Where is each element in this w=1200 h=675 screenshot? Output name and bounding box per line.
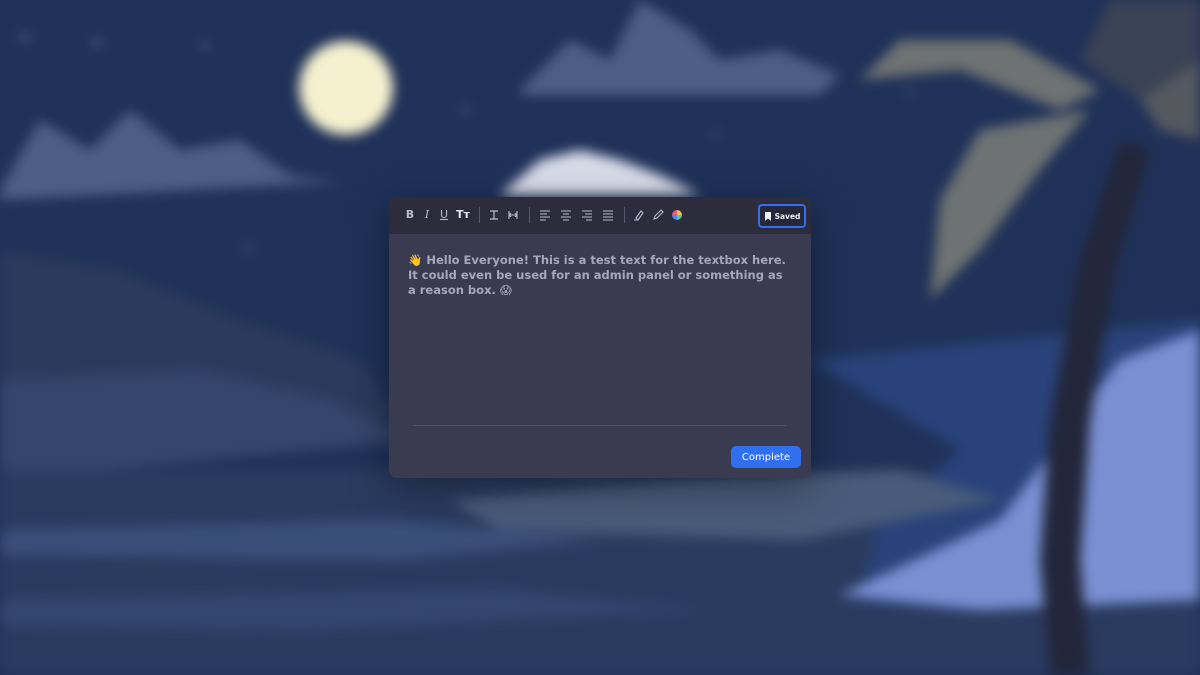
color-wheel-icon: [672, 210, 682, 220]
italic-icon: I: [424, 208, 430, 221]
align-left-icon: [540, 210, 550, 221]
text-size-icon: Tт: [456, 208, 470, 221]
italic-button[interactable]: I: [419, 207, 435, 223]
align-center-icon: [561, 210, 571, 221]
toolbar-divider: [624, 207, 625, 223]
line-height-button[interactable]: [486, 207, 502, 223]
line-height-icon: [490, 210, 498, 220]
toolbar-divider: [529, 207, 530, 223]
pen-button[interactable]: [650, 207, 666, 223]
toolbar-divider: [479, 207, 480, 223]
align-justify-icon: [603, 210, 613, 221]
editor-text-area[interactable]: 👋 Hello Everyone! This is a test text fo…: [408, 253, 790, 298]
saved-button[interactable]: Saved: [758, 204, 806, 228]
align-right-button[interactable]: [579, 207, 595, 223]
letter-spacing-icon: [508, 211, 518, 219]
align-center-button[interactable]: [558, 207, 574, 223]
saved-label: Saved: [774, 211, 801, 221]
letter-spacing-button[interactable]: [505, 207, 521, 223]
underline-button[interactable]: U: [436, 207, 452, 223]
align-right-icon: [582, 210, 592, 221]
complete-button[interactable]: Complete: [731, 446, 801, 468]
bold-icon: B: [405, 208, 415, 221]
align-justify-button[interactable]: [600, 207, 616, 223]
editor-divider: [413, 425, 786, 426]
text-size-button[interactable]: Tт: [455, 207, 471, 223]
underline-icon: U: [439, 208, 449, 221]
bold-button[interactable]: B: [402, 207, 418, 223]
text-editor-panel: B I U Tт Saved 👋 Hello Everyone! This is…: [389, 197, 811, 478]
align-left-button[interactable]: [537, 207, 553, 223]
color-picker-button[interactable]: [669, 207, 685, 223]
editor-toolbar: B I U Tт Saved: [389, 197, 811, 234]
highlighter-icon: [634, 210, 644, 221]
highlight-button[interactable]: [631, 207, 647, 223]
pen-icon: [653, 209, 664, 220]
bookmark-icon: [764, 211, 771, 221]
